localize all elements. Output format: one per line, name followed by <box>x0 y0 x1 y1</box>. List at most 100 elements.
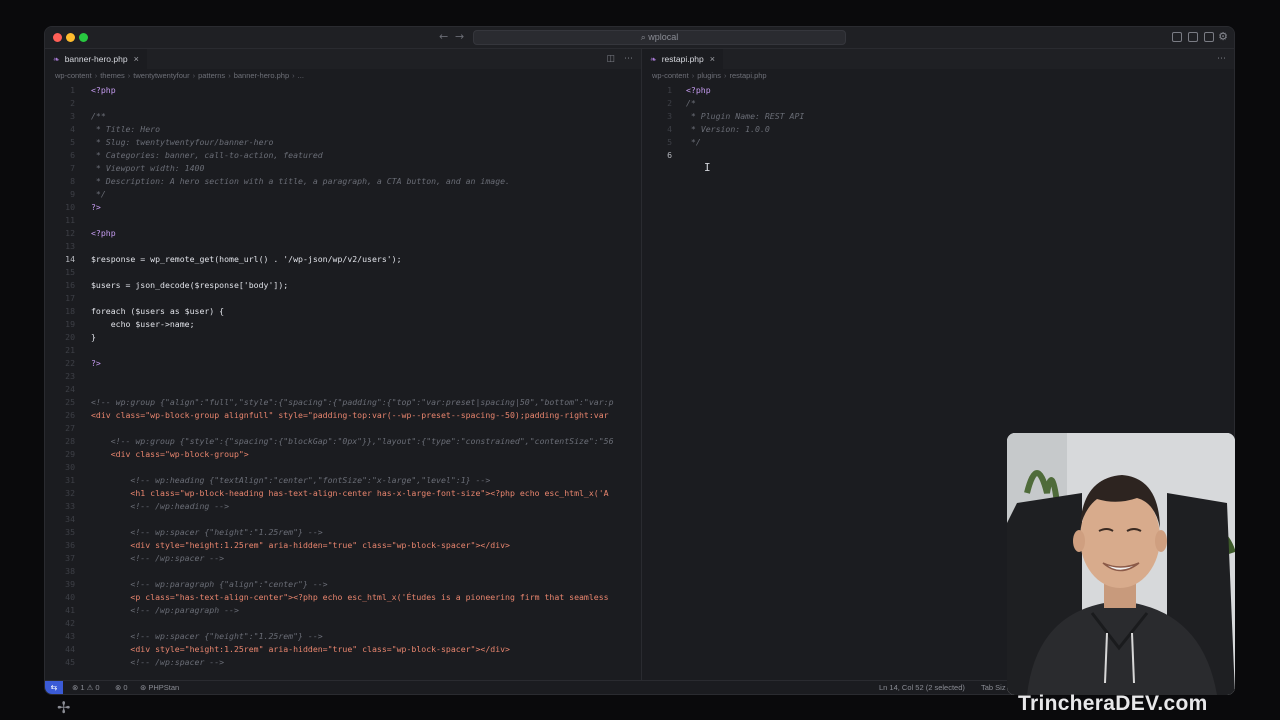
line-number: 39 <box>65 579 75 589</box>
breadcrumb-item[interactable]: banner-hero.php <box>234 71 289 80</box>
warnings-indicator[interactable]: ⊗ 0 <box>115 683 128 692</box>
line-text: * Categories: banner, call-to-action, fe… <box>91 150 323 160</box>
split-editor-icon[interactable]: ◫ <box>606 54 615 64</box>
code-line[interactable]: 6 <box>642 149 1234 162</box>
code-line[interactable]: 30 <box>45 461 641 474</box>
line-text: */ <box>91 189 106 199</box>
code-line[interactable]: 41 <!-- /wp:paragraph --> <box>45 604 641 617</box>
line-number: 23 <box>65 371 75 381</box>
toggle-secondary-sidebar-icon[interactable] <box>1204 32 1214 42</box>
command-center-search[interactable]: ⌕ wplocal <box>473 30 846 45</box>
code-line[interactable]: 11 <box>45 214 641 227</box>
code-line[interactable]: 14 $response = wp_remote_get(home_url() .… <box>45 253 641 266</box>
code-line[interactable]: 9 */ <box>45 188 641 201</box>
maximize-window-button[interactable] <box>79 33 88 42</box>
breadcrumb-item[interactable]: wp-content <box>55 71 92 80</box>
line-number: 21 <box>65 345 75 355</box>
tab-restapi[interactable]: ❧ restapi.php × <box>642 49 724 69</box>
breadcrumb-separator-icon: › <box>192 71 196 80</box>
code-line[interactable]: 39 <!-- wp:paragraph {"align":"center"} … <box>45 578 641 591</box>
code-line[interactable]: 10 ?> <box>45 201 641 214</box>
code-line[interactable]: 23 <box>45 370 641 383</box>
code-line[interactable]: 21 <box>45 344 641 357</box>
back-arrow-icon[interactable]: ← <box>439 30 448 43</box>
code-line[interactable]: 37 <!-- /wp:spacer --> <box>45 552 641 565</box>
code-line[interactable]: 34 <box>45 513 641 526</box>
forward-arrow-icon[interactable]: → <box>455 30 464 43</box>
code-line[interactable]: 17 <box>45 292 641 305</box>
minimize-window-button[interactable] <box>66 33 75 42</box>
code-line[interactable]: 2 /* <box>642 97 1234 110</box>
breadcrumb-item[interactable]: patterns <box>198 71 225 80</box>
more-actions-icon[interactable]: ⋯ <box>624 54 633 64</box>
code-line[interactable]: 28 <!-- wp:group {"style":{"spacing":{"b… <box>45 435 641 448</box>
code-line[interactable]: 26 <div class="wp-block-group alignfull" … <box>45 409 641 422</box>
code-line[interactable]: 2 <box>45 97 641 110</box>
more-actions-icon[interactable]: ⋯ <box>1217 54 1226 64</box>
tab-size-indicator[interactable]: Tab Siz <box>981 683 1006 692</box>
line-number: 11 <box>65 215 75 225</box>
code-line[interactable]: 31 <!-- wp:heading {"textAlign":"center"… <box>45 474 641 487</box>
breadcrumb-item[interactable]: ... <box>298 71 304 80</box>
toggle-sidebar-icon[interactable] <box>1172 32 1182 42</box>
code-line[interactable]: 8 * Description: A hero section with a t… <box>45 175 641 188</box>
code-line[interactable]: 40 <p class="has-text-align-center"><?ph… <box>45 591 641 604</box>
code-line[interactable]: 4 * Title: Hero <box>45 123 641 136</box>
settings-gear-icon[interactable]: ⚙ <box>1218 30 1228 43</box>
close-window-button[interactable] <box>53 33 62 42</box>
code-line[interactable]: 13 <box>45 240 641 253</box>
code-line[interactable]: 3 /** <box>45 110 641 123</box>
phpstan-status[interactable]: ⊛ PHPStan <box>140 683 179 692</box>
line-number: 3 <box>70 111 75 121</box>
toggle-panel-icon[interactable] <box>1188 32 1198 42</box>
code-line[interactable]: 19 echo $user->name; <box>45 318 641 331</box>
code-line[interactable]: 12 <?php <box>45 227 641 240</box>
code-line[interactable]: 6 * Categories: banner, call-to-action, … <box>45 149 641 162</box>
code-editor-left[interactable]: 1 <?php 2 3/** 4 * Title: Hero 5 * Slug: twen… <box>45 84 641 680</box>
close-tab-icon[interactable]: × <box>134 54 139 64</box>
remote-indicator-icon[interactable]: ⇆ <box>45 681 63 694</box>
cursor-position[interactable]: Ln 14, Col 52 (2 selected) <box>879 683 965 692</box>
code-line[interactable]: 1 <?php <box>45 84 641 97</box>
code-line[interactable]: 24 <box>45 383 641 396</box>
line-number: 12 <box>65 228 75 238</box>
code-line[interactable]: 25 <!-- wp:group {"align":"full","style":… <box>45 396 641 409</box>
line-text: ?> <box>91 202 101 212</box>
code-line[interactable]: 29 <div class="wp-block-group"> <box>45 448 641 461</box>
code-line[interactable]: 43 <!-- wp:spacer {"height":"1.25rem"} -… <box>45 630 641 643</box>
code-line[interactable]: 36 <div style="height:1.25rem" aria-hidd… <box>45 539 641 552</box>
line-text: <!-- wp:spacer {"height":"1.25rem"} --> <box>91 631 323 641</box>
code-line[interactable]: 20} <box>45 331 641 344</box>
code-line[interactable]: 38 <box>45 565 641 578</box>
code-line[interactable]: 5 * Slug: twentytwentyfour/banner-hero <box>45 136 641 149</box>
problems-indicator[interactable]: ⊗ 1 ⚠ 0 <box>72 683 100 692</box>
code-line[interactable]: 27 <box>45 422 641 435</box>
breadcrumb-item[interactable]: wp-content <box>652 71 689 80</box>
code-line[interactable]: 44 <div style="height:1.25rem" aria-hidd… <box>45 643 641 656</box>
line-text: <div style="height:1.25rem" aria-hidden=… <box>91 540 510 550</box>
code-line[interactable]: 1 <?php <box>642 84 1234 97</box>
code-line[interactable]: 15 <box>45 266 641 279</box>
code-line[interactable]: 7 * Viewport width: 1400 <box>45 162 641 175</box>
line-number: 43 <box>65 631 75 641</box>
code-line[interactable]: 22 ?> <box>45 357 641 370</box>
code-line[interactable]: 32 <h1 class="wp-block-heading has-text-… <box>45 487 641 500</box>
code-line[interactable]: 35 <!-- wp:spacer {"height":"1.25rem"} -… <box>45 526 641 539</box>
code-line[interactable]: 18 foreach ($users as $user) { <box>45 305 641 318</box>
breadcrumb-item[interactable]: restapi.php <box>729 71 766 80</box>
close-tab-icon[interactable]: × <box>710 54 715 64</box>
code-line[interactable]: 42 <box>45 617 641 630</box>
code-line[interactable]: 3 * Plugin Name: REST API <box>642 110 1234 123</box>
line-number: 24 <box>65 384 75 394</box>
code-line[interactable]: 5 */ <box>642 136 1234 149</box>
breadcrumb-item[interactable]: twentytwentyfour <box>133 71 189 80</box>
line-number: 16 <box>65 280 75 290</box>
breadcrumb-item[interactable]: themes <box>100 71 125 80</box>
code-line[interactable]: 45 <!-- /wp:spacer --> <box>45 656 641 669</box>
code-line[interactable]: 16 $users = json_decode($response['body']… <box>45 279 641 292</box>
code-line[interactable]: 33 <!-- /wp:heading --> <box>45 500 641 513</box>
line-text: <div class="wp-block-group"> <box>91 449 249 459</box>
code-line[interactable]: 4 * Version: 1.0.0 <box>642 123 1234 136</box>
tab-banner-hero[interactable]: ❧ banner-hero.php × <box>45 49 147 69</box>
breadcrumb-item[interactable]: plugins <box>697 71 721 80</box>
